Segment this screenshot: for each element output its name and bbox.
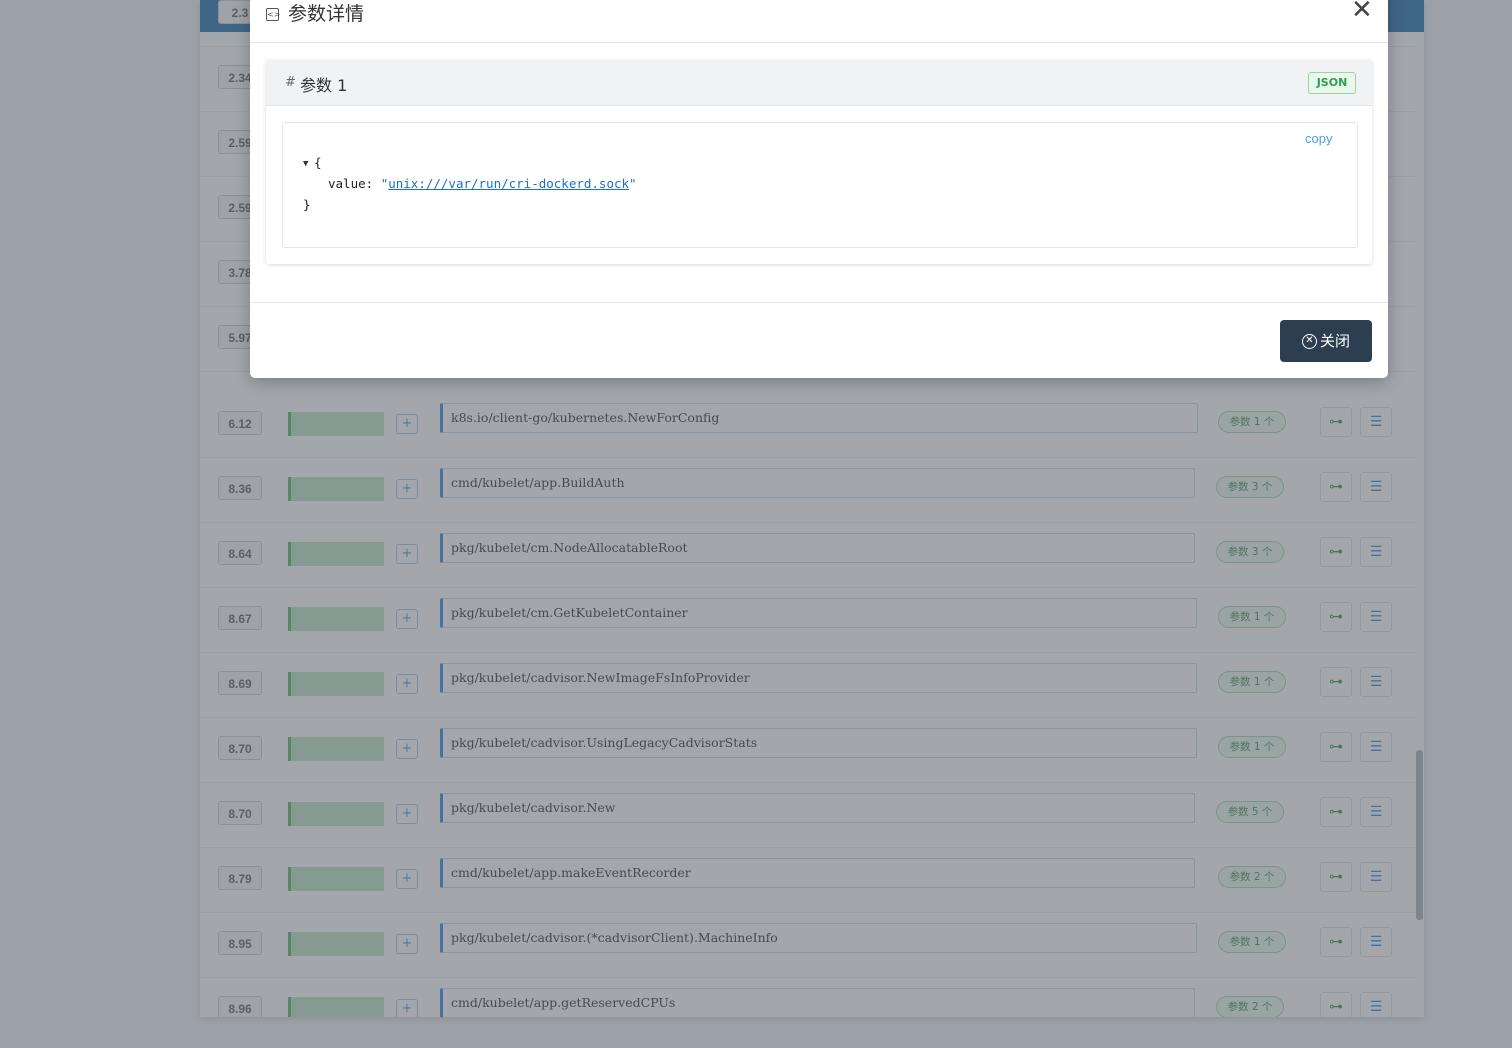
- json-close-brace: }: [303, 197, 311, 212]
- modal-footer: ✕ 关闭: [250, 302, 1388, 379]
- close-icon[interactable]: ✕: [1351, 0, 1373, 24]
- copy-button[interactable]: copy: [1305, 131, 1332, 146]
- json-open-brace: {: [314, 155, 322, 170]
- modal-header: <> 参数详情 ✕: [250, 0, 1388, 43]
- json-key: value:: [328, 176, 374, 191]
- json-entry: value: "unix:///var/run/cri-dockerd.sock…: [328, 176, 637, 191]
- json-value-link[interactable]: unix:///var/run/cri-dockerd.sock: [388, 176, 629, 191]
- param-card-header: # 参数 1 JSON: [266, 60, 1372, 106]
- collapse-caret-icon[interactable]: ▼: [303, 159, 308, 169]
- close-button[interactable]: ✕ 关闭: [1280, 320, 1372, 362]
- param-detail-modal: <> 参数详情 ✕ # 参数 1 JSON copy ▼ { value: "u…: [250, 0, 1388, 378]
- close-circle-icon: ✕: [1301, 334, 1317, 349]
- code-icon: <>: [266, 8, 281, 21]
- param-card: # 参数 1 JSON copy ▼ { value: "unix:///var…: [266, 60, 1372, 264]
- json-type-tag: JSON: [1308, 72, 1356, 94]
- modal-title: 参数详情: [288, 3, 365, 25]
- json-viewer: copy ▼ { value: "unix:///var/run/cri-doc…: [282, 122, 1358, 248]
- hash-icon: #: [285, 75, 296, 90]
- close-button-label: 关闭: [1319, 332, 1350, 350]
- param-name: 参数 1: [300, 76, 348, 95]
